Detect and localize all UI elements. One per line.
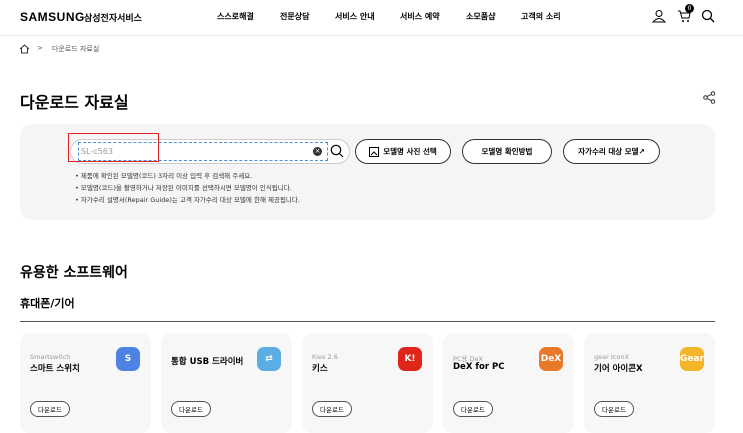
software-app-icon: Gear: [680, 347, 704, 371]
software-name[interactable]: 키스: [312, 362, 328, 374]
software-name[interactable]: 스마트 스위치: [30, 362, 80, 374]
image-icon: [369, 146, 380, 157]
page-title: 다운로드 자료실: [20, 93, 129, 112]
search-icon[interactable]: [701, 9, 715, 23]
search-submit-icon[interactable]: [330, 144, 344, 158]
user-icon[interactable]: [652, 9, 666, 23]
software-name[interactable]: 통합 USB 드라이버: [171, 355, 243, 367]
software-app-icon: ⇄: [257, 347, 281, 371]
nav-voice[interactable]: 고객의 소리: [521, 11, 561, 22]
note-3: • 자가수리 설명서(Repair Guide)는 고객 자가수리 대상 모델에…: [75, 196, 300, 204]
nav-service-info[interactable]: 서비스 안내: [335, 11, 375, 22]
software-card[interactable]: gear IconX 기어 아이콘X Gear 다운로드: [584, 333, 715, 433]
share-icon[interactable]: [703, 91, 716, 104]
software-name[interactable]: DeX for PC: [453, 362, 505, 372]
note-3-text: 자가수리 설명서(Repair Guide)는 고객 자가수리 대상 모델에 한…: [80, 196, 300, 204]
samsung-logo[interactable]: SAMSUNG: [20, 10, 85, 24]
download-button[interactable]: 다운로드: [453, 401, 493, 417]
nav-service-reservation[interactable]: 서비스 예약: [400, 11, 440, 22]
download-button[interactable]: 다운로드: [594, 401, 634, 417]
software-app-icon: DeX: [539, 347, 563, 371]
note-1-text: 제품에 확인된 모델명(코드) 3자리 이상 입력 후 검색해 주세요.: [80, 172, 253, 180]
breadcrumb-current[interactable]: 다운로드 자료실: [52, 44, 99, 54]
download-button[interactable]: 다운로드: [171, 401, 211, 417]
software-card[interactable]: PC용 DeX DeX for PC DeX 다운로드: [443, 333, 574, 433]
model-check-guide-button[interactable]: 모델명 확인방법: [462, 139, 552, 164]
note-1: • 제품에 확인된 모델명(코드) 3자리 이상 입력 후 검색해 주세요.: [75, 172, 253, 180]
software-subtitle: gear IconX: [594, 353, 629, 361]
software-card[interactable]: 통합 USB 드라이버 ⇄ 다운로드: [161, 333, 292, 433]
header-divider: [0, 35, 743, 36]
home-icon[interactable]: [19, 44, 30, 54]
cart-count-badge: 0: [685, 4, 694, 13]
software-subtitle: Kies 2.6: [312, 353, 338, 361]
highlight-box: [68, 133, 159, 162]
software-subtitle: Smartswitch: [30, 353, 71, 361]
logo-subtitle[interactable]: 삼성전자서비스: [84, 11, 142, 24]
photo-model-select-label: 모델명 사진 선택: [383, 147, 437, 156]
software-heading: 유용한 소프트웨어: [20, 265, 128, 281]
note-2: • 모델명(코드)을 촬영하거나 저장된 이미지를 선택하시면 모델명이 인식됩…: [75, 184, 292, 192]
self-repair-models-button[interactable]: 자가수리 대상 모델↗: [563, 139, 660, 164]
software-app-icon: S: [116, 347, 140, 371]
category-divider: [20, 321, 715, 322]
clear-icon[interactable]: ×: [313, 147, 322, 156]
nav-consumables[interactable]: 소모품샵: [466, 11, 495, 22]
category-heading: 휴대폰/기어: [20, 297, 75, 310]
download-button[interactable]: 다운로드: [312, 401, 352, 417]
breadcrumb-separator: >: [37, 44, 43, 52]
software-app-icon: K!: [398, 347, 422, 371]
software-card[interactable]: Kies 2.6 키스 K! 다운로드: [302, 333, 433, 433]
software-card[interactable]: Smartswitch 스마트 스위치 S 다운로드: [20, 333, 151, 433]
photo-model-select-button[interactable]: 모델명 사진 선택: [355, 139, 451, 164]
software-name[interactable]: 기어 아이콘X: [594, 362, 643, 374]
nav-self-help[interactable]: 스스로해결: [217, 11, 254, 22]
nav-consult[interactable]: 전문상담: [280, 11, 309, 22]
download-button[interactable]: 다운로드: [30, 401, 70, 417]
note-2-text: 모델명(코드)을 촬영하거나 저장된 이미지를 선택하시면 모델명이 인식됩니다…: [80, 184, 292, 192]
